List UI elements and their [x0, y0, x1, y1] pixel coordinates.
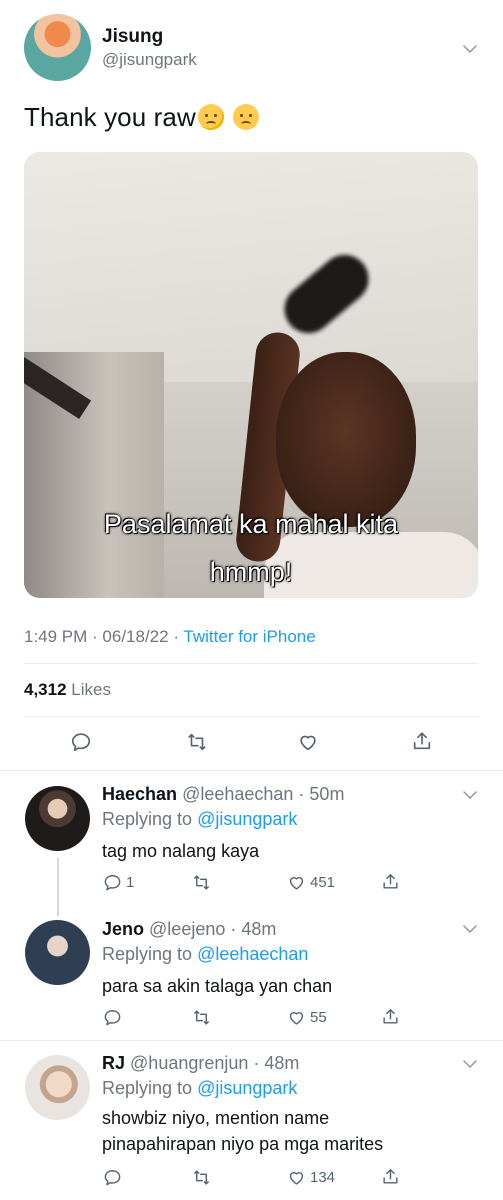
chevron-down-icon[interactable]	[461, 1055, 479, 1073]
share-icon	[381, 1007, 400, 1026]
reply-age: 48m	[241, 919, 277, 939]
reply-author-name[interactable]: Haechan	[102, 784, 177, 804]
reply-author-handle[interactable]: @leehaechan	[182, 784, 293, 804]
meta-separator: ·	[293, 784, 310, 804]
author-name[interactable]: Jisung	[102, 26, 163, 48]
reply-age: 48m	[264, 1053, 300, 1073]
meta-separator: ·	[87, 627, 103, 646]
thread-connector	[57, 858, 59, 916]
like-count: 451	[310, 874, 336, 891]
reply-avatar[interactable]	[25, 786, 90, 851]
reply-button[interactable]: 1	[103, 873, 134, 892]
replying-to: Replying to @jisungpark	[102, 1078, 297, 1099]
sad-face-emoji	[233, 104, 260, 130]
share-icon	[411, 730, 433, 752]
like-count: 134	[310, 1169, 336, 1186]
reply-author-handle[interactable]: @leejeno	[149, 919, 225, 939]
tweet-date: 06/18/22	[102, 627, 169, 646]
divider	[24, 663, 479, 664]
tweet-text-content: Thank you raw	[24, 102, 196, 132]
likes-summary[interactable]: 4,312 Likes	[24, 680, 111, 700]
reply-text-line: pinapahirapan niyo pa mga marites	[102, 1134, 384, 1154]
reply-author-name[interactable]: Jeno	[102, 919, 144, 939]
retweet-button[interactable]	[192, 873, 211, 892]
meta-separator: ·	[225, 919, 242, 939]
divider	[24, 716, 479, 717]
author-avatar[interactable]	[24, 14, 91, 81]
tweet-client-link[interactable]: Twitter for iPhone	[183, 627, 315, 646]
likes-label: Likes	[71, 680, 111, 699]
replying-to-handle[interactable]: @jisungpark	[197, 809, 297, 829]
reply-avatar[interactable]	[25, 920, 90, 985]
like-icon	[297, 731, 319, 753]
reply-header: Jeno @leejeno · 48m	[102, 919, 276, 940]
replying-to: Replying to @jisungpark	[102, 809, 297, 830]
like-button[interactable]: 451	[287, 873, 335, 892]
reply-button[interactable]	[103, 1008, 122, 1027]
tweet-media-image[interactable]: Pasalamat ka mahal kita hmmp!	[24, 152, 478, 598]
chevron-down-icon[interactable]	[461, 786, 479, 804]
divider	[0, 1040, 503, 1041]
share-button[interactable]	[381, 1007, 400, 1026]
divider	[0, 770, 503, 771]
likes-count: 4,312	[24, 680, 67, 699]
reply-count: 1	[126, 874, 135, 891]
author-handle[interactable]: @jisungpark	[102, 50, 197, 70]
replying-label: Replying to	[102, 944, 193, 964]
replying-label: Replying to	[102, 809, 193, 829]
downcast-sweat-face-emoji	[197, 104, 224, 130]
reply-icon	[70, 731, 92, 753]
media-ceiling	[24, 152, 478, 382]
reply-text: showbiz niyo, mention name pinapahirapan…	[102, 1105, 462, 1157]
media-person	[276, 352, 416, 527]
like-button[interactable]	[297, 731, 319, 753]
retweet-icon	[192, 1008, 211, 1027]
replying-label: Replying to	[102, 1078, 193, 1098]
retweet-icon	[186, 731, 208, 753]
like-button[interactable]: 55	[287, 1008, 327, 1027]
meta-separator: ·	[168, 627, 184, 646]
chevron-down-icon[interactable]	[461, 920, 479, 938]
retweet-button[interactable]	[186, 731, 208, 753]
reply-header: Haechan @leehaechan · 50m	[102, 784, 344, 805]
like-icon	[287, 1168, 306, 1187]
tweet-text: Thank you raw	[24, 102, 260, 133]
reply-author-name[interactable]: RJ	[102, 1053, 125, 1073]
reply-age: 50m	[309, 784, 345, 804]
share-button[interactable]	[411, 730, 433, 752]
reply-avatar[interactable]	[25, 1055, 90, 1120]
share-button[interactable]	[381, 872, 400, 891]
like-icon	[287, 873, 306, 892]
tweet-meta: 1:49 PM · 06/18/22 · Twitter for iPhone	[24, 627, 316, 647]
reply-text: para sa akin talaga yan chan	[102, 976, 333, 996]
retweet-button[interactable]	[192, 1168, 211, 1187]
share-icon	[381, 872, 400, 891]
share-icon	[381, 1167, 400, 1186]
tweet-time: 1:49 PM	[24, 627, 88, 646]
replying-to: Replying to @leehaechan	[102, 944, 308, 965]
like-icon	[287, 1008, 306, 1027]
like-count: 55	[310, 1009, 327, 1026]
replying-to-handle[interactable]: @jisungpark	[197, 1078, 297, 1098]
reply-author-handle[interactable]: @huangrenjun	[130, 1053, 248, 1073]
retweet-icon	[192, 1168, 211, 1187]
replying-to-handle[interactable]: @leehaechan	[197, 944, 308, 964]
meta-separator: ·	[248, 1053, 265, 1073]
reply-header: RJ @huangrenjun · 48m	[102, 1053, 299, 1074]
share-button[interactable]	[381, 1167, 400, 1186]
reply-button[interactable]	[70, 731, 92, 753]
media-caption-line2: hmmp!	[209, 557, 293, 587]
retweet-button[interactable]	[192, 1008, 211, 1027]
media-caption-line1: Pasalamat ka mahal kita	[103, 509, 399, 539]
reply-icon	[103, 873, 122, 892]
reply-text-line: showbiz niyo, mention name	[102, 1108, 330, 1128]
reply-button[interactable]	[103, 1168, 122, 1187]
reply-icon	[103, 1008, 122, 1027]
retweet-icon	[192, 873, 211, 892]
reply-icon	[103, 1168, 122, 1187]
chevron-down-icon[interactable]	[461, 40, 479, 58]
like-button[interactable]: 134	[287, 1168, 335, 1187]
reply-text: tag mo nalang kaya	[102, 841, 260, 861]
